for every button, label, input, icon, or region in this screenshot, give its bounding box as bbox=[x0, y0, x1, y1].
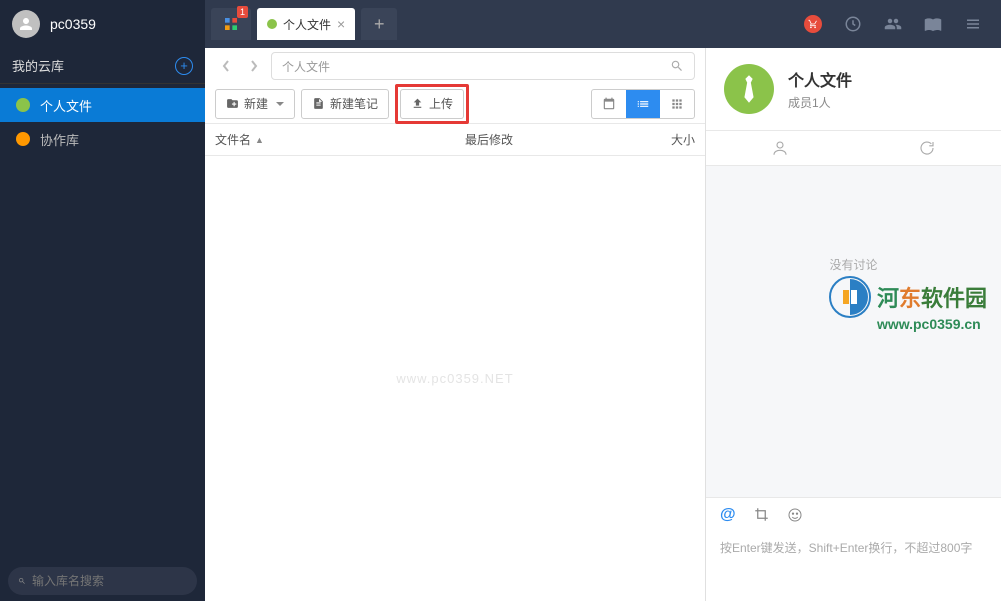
cart-icon[interactable] bbox=[803, 14, 823, 34]
new-button[interactable]: 新建 bbox=[215, 89, 295, 119]
new-label: 新建 bbox=[244, 95, 268, 112]
logo-icon bbox=[829, 276, 871, 318]
chevron-down-icon bbox=[276, 102, 284, 106]
tabs: 1 个人文件 × + bbox=[205, 0, 397, 48]
upload-highlight: 上传 bbox=[395, 84, 469, 124]
panel-header: 个人文件 成员1人 bbox=[706, 48, 1001, 130]
folder-plus-icon bbox=[226, 97, 239, 110]
view-toggle bbox=[591, 89, 695, 119]
sidebar-item-label: 协作库 bbox=[40, 130, 79, 149]
sidebar-search-box[interactable] bbox=[8, 567, 197, 595]
file-list-body: www.pc0359.NET bbox=[205, 156, 705, 601]
person-icon bbox=[771, 139, 789, 157]
table-header: 文件名 ▲ 最后修改 大小 bbox=[205, 124, 705, 156]
topbar: 1 个人文件 × + bbox=[205, 0, 1001, 48]
search-icon bbox=[18, 574, 26, 588]
tab-personal-files[interactable]: 个人文件 × bbox=[257, 8, 355, 40]
sidebar-item-personal-files[interactable]: 个人文件 bbox=[0, 88, 205, 122]
avatar bbox=[12, 10, 40, 38]
cloud-section-header: 我的云库 + bbox=[0, 48, 205, 84]
search-icon[interactable] bbox=[670, 59, 684, 73]
upload-button[interactable]: 上传 bbox=[400, 89, 464, 119]
tab-add[interactable]: + bbox=[361, 8, 397, 40]
menu-icon[interactable] bbox=[963, 14, 983, 34]
apps-icon bbox=[223, 16, 239, 32]
sidebar-search-input[interactable] bbox=[32, 574, 187, 588]
upload-label: 上传 bbox=[429, 95, 453, 112]
chat-toolbar: @ bbox=[706, 497, 1001, 531]
panel-members: 成员1人 bbox=[788, 94, 852, 111]
sort-asc-icon: ▲ bbox=[255, 135, 264, 145]
toolbar: 新建 新建笔记 上传 bbox=[205, 84, 705, 124]
folder-icon bbox=[16, 132, 30, 146]
close-icon[interactable]: × bbox=[337, 17, 345, 31]
breadcrumb-text: 个人文件 bbox=[282, 58, 330, 75]
library-avatar bbox=[724, 64, 774, 114]
sidebar: pc0359 我的云库 + 个人文件 协作库 bbox=[0, 0, 205, 601]
chat-input[interactable]: 按Enter键发送，Shift+Enter换行，不超过800字 bbox=[706, 531, 1001, 601]
cloud-label: 我的云库 bbox=[12, 56, 64, 75]
forward-button[interactable] bbox=[243, 55, 265, 77]
logo-url: www.pc0359.cn bbox=[877, 316, 987, 332]
mention-icon[interactable]: @ bbox=[720, 506, 736, 524]
nav-items: 个人文件 协作库 bbox=[0, 84, 205, 561]
panel-tab-refresh[interactable] bbox=[854, 131, 1001, 165]
username: pc0359 bbox=[50, 16, 96, 32]
panel-title: 个人文件 bbox=[788, 67, 852, 91]
column-name[interactable]: 文件名 ▲ bbox=[215, 131, 465, 148]
tab-label: 个人文件 bbox=[283, 16, 331, 33]
watermark-text: www.pc0359.NET bbox=[396, 371, 513, 386]
view-grid[interactable] bbox=[660, 90, 694, 118]
user-header[interactable]: pc0359 bbox=[0, 0, 205, 48]
crop-icon[interactable] bbox=[754, 507, 769, 522]
sidebar-item-collaboration[interactable]: 协作库 bbox=[0, 122, 205, 156]
note-label: 新建笔记 bbox=[330, 95, 378, 112]
chat-placeholder: 按Enter键发送，Shift+Enter换行，不超过800字 bbox=[720, 541, 972, 555]
topbar-right bbox=[803, 14, 1001, 34]
sidebar-search bbox=[0, 561, 205, 601]
sidebar-item-label: 个人文件 bbox=[40, 96, 92, 115]
watermark-logo: 河东软件园 www.pc0359.cn bbox=[829, 276, 987, 332]
emoji-icon[interactable] bbox=[787, 507, 803, 523]
add-cloud-button[interactable]: + bbox=[175, 57, 193, 75]
refresh-icon bbox=[918, 139, 936, 157]
breadcrumb-bar[interactable]: 个人文件 bbox=[271, 52, 695, 80]
tab-icon bbox=[267, 19, 277, 29]
notification-badge: 1 bbox=[237, 6, 248, 18]
view-month[interactable] bbox=[592, 90, 626, 118]
upload-icon bbox=[411, 97, 424, 110]
panel-body: 没有讨论 河东软件园 www.pc0359.cn @ bbox=[706, 166, 1001, 601]
nav-row: 个人文件 bbox=[205, 48, 705, 84]
column-modified[interactable]: 最后修改 bbox=[465, 131, 635, 148]
panel-tab-members[interactable] bbox=[706, 131, 854, 165]
logo-text: 河东软件园 bbox=[877, 281, 987, 313]
back-button[interactable] bbox=[215, 55, 237, 77]
tab-home[interactable]: 1 bbox=[211, 8, 251, 40]
new-note-button[interactable]: 新建笔记 bbox=[301, 89, 389, 119]
note-icon bbox=[312, 97, 325, 110]
clock-icon[interactable] bbox=[843, 14, 863, 34]
main: 1 个人文件 × + 个人文件 bbox=[205, 0, 1001, 601]
right-panel: 个人文件 成员1人 没有讨论 bbox=[706, 48, 1001, 601]
panel-tabs bbox=[706, 130, 1001, 166]
folder-icon bbox=[16, 98, 30, 112]
tie-icon bbox=[738, 75, 760, 103]
content-row: 个人文件 新建 新建笔记 上传 bbox=[205, 48, 1001, 601]
book-icon[interactable] bbox=[923, 14, 943, 34]
column-size[interactable]: 大小 bbox=[635, 131, 695, 148]
contacts-icon[interactable] bbox=[883, 14, 903, 34]
no-comments-text: 没有讨论 bbox=[706, 256, 1001, 273]
view-list[interactable] bbox=[626, 90, 660, 118]
file-area: 个人文件 新建 新建笔记 上传 bbox=[205, 48, 706, 601]
